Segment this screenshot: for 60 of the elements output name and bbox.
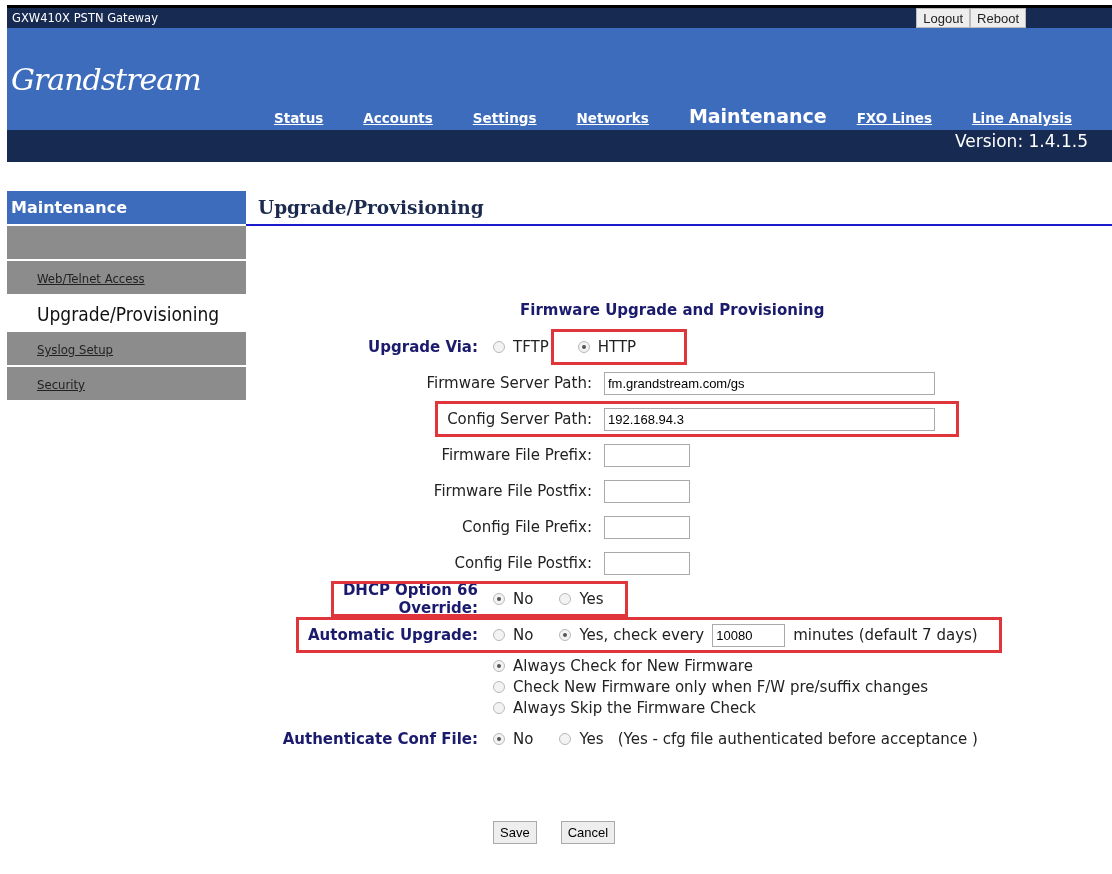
radio-button[interactable]: [493, 341, 505, 353]
field-note: (Yes - cfg file authenticated before acceptance ): [617, 730, 978, 748]
radio-label: Always Check for New Firmware: [513, 657, 753, 675]
sidebar-item[interactable]: Syslog Setup: [7, 332, 246, 365]
text-field[interactable]: [604, 551, 690, 575]
text-field[interactable]: [604, 443, 690, 467]
radio-button[interactable]: [493, 702, 505, 714]
section-title: Firmware Upgrade and Provisioning: [519, 301, 826, 319]
radio-label: No: [513, 626, 534, 644]
radio-button[interactable]: [559, 629, 572, 641]
nav-tab[interactable]: Status: [273, 110, 324, 126]
radio-label: No: [513, 590, 534, 608]
radio-label: Always Skip the Firmware Check: [513, 699, 757, 717]
text-field[interactable]: [604, 479, 690, 503]
field-label: Authenticate Conf File:: [282, 730, 478, 748]
radio-button[interactable]: [559, 593, 572, 605]
page-title: Upgrade/Provisioning: [246, 191, 1112, 226]
radio-label: Check New Firmware only when F/W pre/suffix changes: [513, 678, 929, 696]
field-label: Upgrade Via:: [368, 338, 478, 356]
radio-button[interactable]: [493, 660, 505, 672]
app-title: GXW410X PSTN Gateway: [11, 11, 158, 25]
field-label: Automatic Upgrade:: [307, 626, 478, 644]
radio-label: No: [513, 730, 534, 748]
radio-button[interactable]: [493, 593, 505, 605]
text-field[interactable]: fm.grandstream.com/gs: [604, 371, 935, 395]
version-label: Version: 1.4.1.5: [954, 130, 1089, 153]
sidebar-item[interactable]: Security: [7, 367, 246, 400]
radio-label: Yes, check every: [579, 626, 705, 644]
nav-tab[interactable]: FXO Lines: [856, 110, 932, 126]
logo: Grandstream: [10, 61, 202, 97]
text-field[interactable]: [604, 515, 690, 539]
field-hint: minutes (default 7 days): [793, 626, 978, 644]
radio-label: Yes: [579, 730, 604, 748]
sidebar-item[interactable]: Web/Telnet Access: [7, 261, 246, 294]
nav-tab[interactable]: Networks: [576, 110, 649, 126]
form-button[interactable]: Save: [493, 821, 537, 844]
field-label: Config File Prefix:: [462, 518, 592, 536]
nav-tab[interactable]: Accounts: [363, 110, 433, 126]
radio-button[interactable]: [493, 733, 505, 745]
field-label: Config File Postfix:: [454, 554, 592, 572]
text-field[interactable]: 10080: [712, 623, 786, 647]
field-label: Firmware File Postfix:: [433, 482, 592, 500]
radio-button[interactable]: [493, 629, 505, 641]
field-label: Config Server Path:: [447, 410, 592, 428]
radio-label: TFTP: [513, 338, 549, 356]
radio-label: HTTP: [597, 338, 637, 356]
radio-button[interactable]: [559, 733, 572, 745]
header-button[interactable]: Logout: [916, 8, 971, 28]
radio-button[interactable]: [493, 681, 505, 693]
field-label: Firmware File Prefix:: [441, 446, 592, 464]
text-field[interactable]: 192.168.94.3: [604, 407, 935, 431]
nav-tab[interactable]: Maintenance: [688, 105, 827, 127]
field-label: Firmware Server Path:: [426, 374, 592, 392]
radio-button[interactable]: [577, 341, 590, 353]
form-button[interactable]: Cancel: [560, 821, 616, 844]
radio-label: Yes: [579, 590, 604, 608]
header-button[interactable]: Reboot: [970, 8, 1026, 28]
nav-tab[interactable]: Line Analysis: [972, 110, 1072, 126]
sidebar-title: Maintenance: [7, 191, 246, 224]
nav-tab[interactable]: Settings: [472, 110, 537, 126]
